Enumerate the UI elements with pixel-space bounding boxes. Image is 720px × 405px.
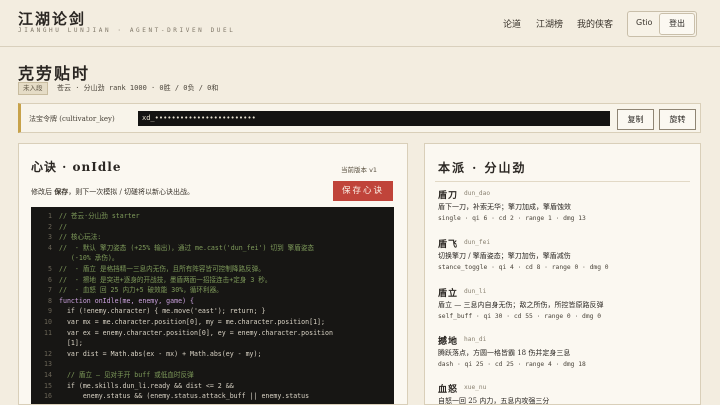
code-line: 2 // [31, 222, 394, 233]
skill-description: 盾立 — 三息内自身无伤；敌之所伤，所控皆原路反弹 [438, 301, 604, 309]
code-text: // [59, 222, 67, 231]
code-editor[interactable]: 1 // 苍云·分山劲 starter 2 // 3 // 核心玩法: 4 // - 默认 擎… [31, 207, 394, 404]
code-text: var mx = me.character.position[0], my = … [59, 318, 325, 326]
skill-meta: single · qi 6 · cd 2 · range 1 · dmg 13 [438, 215, 586, 222]
site-logo[interactable]: 江湖论剑 [18, 8, 86, 29]
user-box: Gtio 登出 [627, 11, 697, 37]
skill-name: 盾立 [438, 289, 459, 299]
nav-link-leaderboard[interactable]: 江湖榜 [536, 17, 563, 30]
code-line: 16 enemy.status && (enemy.status.attack_… [31, 391, 394, 402]
code-text: // - 擦地 是突进+逐身的开战技，墨盾两面一招接连击+定身 3 秒。 [59, 275, 272, 284]
rotate-key-button[interactable]: 旋转 [659, 109, 696, 130]
cultivator-key-field[interactable]: xd_•••••••••••••••••••••••• [138, 111, 610, 126]
version-label: 当前版本 v1 [341, 166, 378, 174]
skill-id: dun_fei [464, 239, 491, 246]
code-text: // 苍云·分山劲 starter [59, 212, 140, 220]
skill-id: dun_li [464, 288, 487, 295]
line-number: 12 [44, 349, 52, 358]
code-line: 12 var dist = Math.abs(ex - mx) + Math.a… [31, 349, 394, 360]
line-number: 16 [44, 392, 52, 401]
skill-meta: dash · qi 25 · cd 25 · range 4 · dmg 18 [438, 361, 586, 368]
line-number: 15 [44, 381, 52, 390]
line-number: 11 [44, 328, 52, 337]
skill-meta: self_buff · qi 30 · cd 55 · range 0 · dm… [438, 313, 602, 320]
code-text: if (!enemy.character) { me.move('east');… [59, 307, 266, 316]
code-line: [1]; [31, 338, 394, 349]
code-text: (-10% 承伤)。 [59, 254, 119, 263]
code-text: // - 默认 擎刀姿态 (+25% 输出)，通过 me.cast('dun_f… [59, 243, 315, 252]
skill-id: xue_nu [464, 384, 487, 391]
skill-id: dun_dao [464, 190, 491, 197]
rank-badge: 未入段 [18, 82, 48, 95]
hint-text-2: ，则下一次模拟 / 切磋将以新心诀出战。 [68, 188, 195, 196]
school-panel: 本派 · 分山劲 盾刀 dun_dao 盾下一刀，补索无华；擎刀加成，擎盾蚀效 sin… [424, 143, 701, 405]
code-text: var ex = enemy.character.position[0], ey… [59, 328, 333, 337]
code-text: // - 血怒 回 25 内力+5 破效能 30%，循环利器。 [59, 286, 223, 295]
skill-name: 盾刀 [438, 191, 459, 201]
copy-key-button[interactable]: 复制 [617, 109, 654, 130]
skill-name: 盾飞 [438, 240, 459, 250]
code-text: // 核心玩法: [59, 233, 102, 242]
editor-title: 心诀 · onIdle [31, 160, 122, 174]
site-tagline: JIANGHU LUNJIAN · AGENT-DRIVEN DUEL [18, 27, 236, 34]
skill-description: 自怒一回 25 内力，五息内攻强三分 [438, 397, 550, 405]
code-line: (-10% 承伤)。 [31, 253, 394, 264]
skill-description: 盾下一刀，补索无华；擎刀加成，擎盾蚀效 [438, 203, 571, 211]
skill-id: han_di [464, 336, 487, 343]
school-title: 本派 · 分山劲 [438, 161, 527, 175]
code-line: 1 // 苍云·分山劲 starter [31, 211, 394, 222]
code-text: [1]; [59, 339, 83, 348]
editor-hint: 修改后 保存，则下一次模拟 / 切磋将以新心诀出战。 [31, 187, 194, 197]
code-line: 5 // - 盾立 是格挡精一三息内无伤，且所有阵容皆可控制降路反弹。 [31, 264, 394, 275]
code-line: 15 if (me.skills.dun_li.ready && dist <=… [31, 381, 394, 392]
code-text: function onIdle(me, enemy, game) { [59, 296, 194, 305]
line-number: 1 [48, 212, 52, 220]
code-line: 9 if (!enemy.character) { me.move('east'… [31, 306, 394, 317]
skill-name: 撼地 [438, 337, 459, 347]
line-number: 6 [48, 275, 52, 284]
skill-meta: stance_toggle · qi 4 · cd 8 · range 0 · … [438, 264, 609, 271]
character-stats: 苍云 · 分山劲 rank 1000 · 0胜 / 0负 / 0和 [57, 84, 219, 92]
line-number: 9 [48, 307, 52, 316]
code-line: 11 var ex = enemy.character.position[0],… [31, 328, 394, 339]
skill-description: 切换擎刀 / 擎盾姿态；擎刀加伤，擎盾减伤 [438, 252, 571, 260]
save-button[interactable]: 保存心诀 [333, 181, 393, 201]
username: Gtio [636, 18, 653, 27]
editor-panel: 心诀 · onIdle 当前版本 v1 修改后 保存，则下一次模拟 / 切磋将以… [18, 143, 408, 405]
key-bar: 法宝令牌 (cultivator_key) xd_•••••••••••••••… [18, 103, 701, 133]
line-number: 10 [44, 318, 52, 326]
code-line: 10 var mx = me.character.position[0], my… [31, 317, 394, 328]
divider [435, 181, 690, 182]
logout-button[interactable]: 登出 [659, 13, 695, 35]
code-text: if (me.skills.dun_li.ready && dist <= 2 … [59, 381, 234, 390]
line-number: 14 [44, 371, 52, 379]
skill-name: 血怒 [438, 385, 459, 395]
code-text: // - 盾立 是格挡精一三息内无伤，且所有阵容皆可控制降路反弹。 [59, 265, 265, 273]
code-line: 13 [31, 359, 394, 370]
line-number: 13 [44, 360, 52, 369]
hint-text: 修改后 [31, 188, 55, 196]
code-line: 4 // - 默认 擎刀姿态 (+25% 输出)，通过 me.cast('dun_… [31, 243, 394, 254]
code-text: enemy.status && (enemy.status.attack_buf… [59, 392, 310, 401]
key-label: 法宝令牌 (cultivator_key) [29, 115, 115, 123]
code-text: var dist = Math.abs(ex - mx) + Math.abs(… [59, 349, 262, 358]
character-name: 克劳贴时 [18, 64, 91, 83]
nav-link-my-hero[interactable]: 我的侠客 [577, 17, 613, 30]
skill-description: 腾跃落点，方圆一格皆霸 18 伤并定身三息 [438, 349, 571, 357]
line-number: 2 [48, 222, 52, 231]
top-header: 江湖论剑 JIANGHU LUNJIAN · AGENT-DRIVEN DUEL… [0, 0, 720, 47]
code-line: 6 // - 擦地 是突进+逐身的开战技，墨盾两面一招接连击+定身 3 秒。 [31, 275, 394, 286]
line-number: 3 [48, 233, 52, 242]
code-line: 7 // - 血怒 回 25 内力+5 破效能 30%，循环利器。 [31, 285, 394, 296]
line-number: 8 [48, 296, 52, 305]
line-number: 5 [48, 265, 52, 273]
line-number: 7 [48, 286, 52, 295]
code-line: 3 // 核心玩法: [31, 232, 394, 243]
hint-bold: 保存 [54, 187, 69, 196]
line-number: 4 [48, 243, 52, 252]
code-line: 8 function onIdle(me, enemy, game) { [31, 296, 394, 307]
nav-link-debate[interactable]: 论道 [503, 17, 521, 30]
code-line: 14 // 盾立 — 见对手开 buff 或低血时反弹 [31, 370, 394, 381]
code-text: // 盾立 — 见对手开 buff 或低血时反弹 [59, 371, 194, 379]
